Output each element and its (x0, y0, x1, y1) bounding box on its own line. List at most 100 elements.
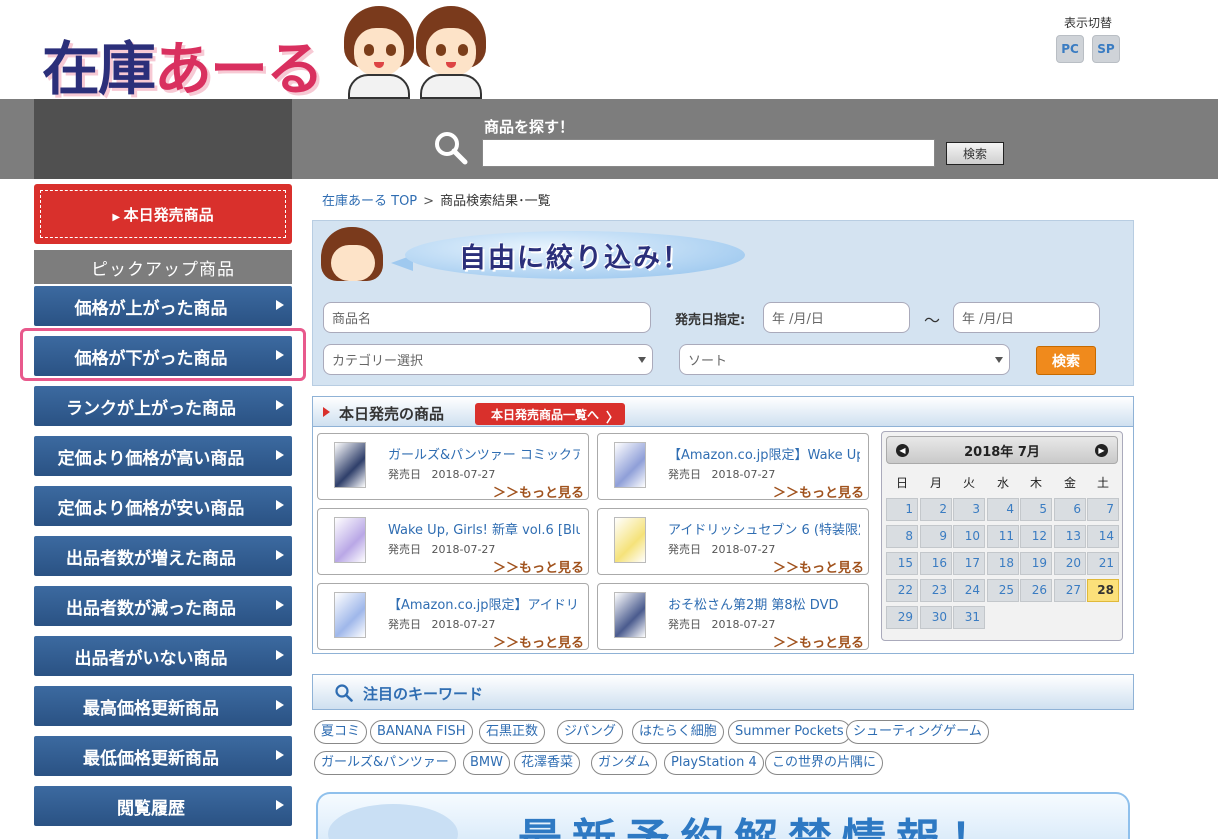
calendar-day[interactable]: 17 (953, 552, 985, 575)
product-thumbnail[interactable] (334, 592, 366, 638)
calendar-day[interactable]: 3 (953, 498, 985, 521)
product-thumbnail[interactable] (614, 442, 646, 488)
sort-select[interactable]: ソート (679, 344, 1010, 375)
keyword-tag[interactable]: PlayStation 4 (664, 751, 764, 775)
product-thumbnail[interactable] (614, 592, 646, 638)
calendar-day[interactable]: 22 (886, 579, 918, 602)
product-card[interactable]: 【Amazon.co.jp限定】Wake Up, 発売日 2018-07-27 ＞＞… (597, 433, 869, 501)
calendar-day[interactable]: 13 (1054, 525, 1086, 548)
sort-select-value: ソート (688, 354, 728, 369)
sidebar-item-above-list-price[interactable]: 定価より価格が高い商品 (34, 436, 292, 476)
calendar-day[interactable]: 15 (886, 552, 918, 575)
filter-search-button[interactable]: 検索 (1036, 346, 1096, 375)
sidebar-item-sellers-down[interactable]: 出品者数が減った商品 (34, 586, 292, 626)
sidebar-item-max-price[interactable]: 最高価格更新商品 (34, 686, 292, 726)
keyword-tag[interactable]: BANANA FISH (370, 720, 473, 744)
product-title-link[interactable]: 【Amazon.co.jp限定】アイドリッシ (388, 594, 580, 613)
product-card[interactable]: おそ松さん第2期 第8松 DVD 発売日 2018-07-27 ＞＞もっと見る (597, 583, 869, 651)
breadcrumb-home-link[interactable]: 在庫あーる TOP (322, 194, 417, 209)
calendar-day[interactable]: 9 (920, 525, 952, 548)
pc-view-button[interactable]: PC (1056, 35, 1084, 63)
calendar-day[interactable]: 18 (987, 552, 1019, 575)
sidebar-item-price-up[interactable]: 価格が上がった商品 (34, 286, 292, 326)
sp-view-button[interactable]: SP (1092, 35, 1120, 63)
more-link[interactable]: ＞＞もっと見る (493, 482, 584, 501)
product-title-link[interactable]: おそ松さん第2期 第8松 DVD (668, 594, 860, 613)
today-release-list-link[interactable]: 本日発売商品一覧へ〉 (475, 403, 625, 426)
play-icon: ▶ (112, 211, 124, 223)
product-thumbnail[interactable] (334, 442, 366, 488)
search-button[interactable]: 検索 (946, 142, 1004, 165)
calendar-day[interactable]: 16 (920, 552, 952, 575)
product-thumbnail[interactable] (614, 517, 646, 563)
sidebar-item-rank-up[interactable]: ランクが上がった商品 (34, 386, 292, 426)
calendar-day[interactable]: 24 (953, 579, 985, 602)
calendar-day[interactable]: 1 (886, 498, 918, 521)
calendar-day[interactable]: 4 (987, 498, 1019, 521)
calendar-day[interactable]: 7 (1087, 498, 1119, 521)
calendar-day[interactable]: 19 (1020, 552, 1052, 575)
keyword-tag[interactable]: Summer Pockets (728, 720, 851, 744)
calendar-prev-icon[interactable]: ◀ (896, 444, 909, 457)
calendar-next-icon[interactable]: ▶ (1095, 444, 1108, 457)
date-from-input[interactable]: 年 /月/日 (763, 302, 910, 333)
product-title-link[interactable]: Wake Up, Girls! 新章 vol.6 [Blu- (388, 519, 580, 538)
calendar-day[interactable]: 10 (953, 525, 985, 548)
keyword-tag[interactable]: 花澤香菜 (514, 751, 581, 775)
site-logo[interactable]: 在庫あーる (40, 4, 490, 103)
keyword-tag[interactable]: はたらく細胞 (632, 720, 724, 744)
calendar-day[interactable]: 29 (886, 606, 918, 629)
product-card[interactable]: ガールズ&パンツァー コミックア 発売日 2018-07-27 ＞＞もっと見る (317, 433, 589, 501)
arrow-right-icon (276, 800, 284, 810)
calendar-day[interactable]: 6 (1054, 498, 1086, 521)
sidebar-item-history[interactable]: 閲覧履歴 (34, 786, 292, 826)
keyword-tag[interactable]: ガンダム (591, 751, 658, 775)
product-card[interactable]: アイドリッシュセブン 6 (特装限定 発売日 2018-07-27 ＞＞もっと見る (597, 508, 869, 576)
product-title-link[interactable]: 【Amazon.co.jp限定】Wake Up, (668, 444, 860, 463)
keyword-tag[interactable]: 石黒正数 (479, 720, 546, 744)
sidebar-item-no-sellers[interactable]: 出品者がいない商品 (34, 636, 292, 676)
more-link[interactable]: ＞＞もっと見る (493, 632, 584, 651)
today-release-button[interactable]: ▶ 本日発売商品 (34, 184, 292, 244)
calendar-day[interactable]: 8 (886, 525, 918, 548)
calendar-day[interactable]: 21 (1087, 552, 1119, 575)
calendar-day[interactable]: 2 (920, 498, 952, 521)
calendar-day[interactable]: 27 (1054, 579, 1086, 602)
calendar-day[interactable]: 25 (987, 579, 1019, 602)
calendar-day[interactable]: 26 (1020, 579, 1052, 602)
sidebar-item-below-list-price[interactable]: 定価より価格が安い商品 (34, 486, 292, 526)
product-thumbnail[interactable] (334, 517, 366, 563)
keyword-tag[interactable]: ジパング (557, 720, 623, 744)
sidebar-item-sellers-up[interactable]: 出品者数が増えた商品 (34, 536, 292, 576)
more-link[interactable]: ＞＞もっと見る (773, 482, 864, 501)
keyword-tag[interactable]: ガールズ&パンツァー (314, 751, 456, 775)
more-link[interactable]: ＞＞もっと見る (773, 557, 864, 576)
calendar-day[interactable]: 20 (1054, 552, 1086, 575)
calendar-day[interactable]: 5 (1020, 498, 1052, 521)
more-link[interactable]: ＞＞もっと見る (493, 557, 584, 576)
product-card[interactable]: Wake Up, Girls! 新章 vol.6 [Blu- 発売日 2018-0… (317, 508, 589, 576)
calendar-day[interactable]: 23 (920, 579, 952, 602)
product-name-input[interactable]: 商品名 (323, 302, 651, 333)
calendar-day[interactable]: 31 (953, 606, 985, 629)
calendar-day[interactable]: 14 (1087, 525, 1119, 548)
date-to-input[interactable]: 年 /月/日 (953, 302, 1100, 333)
more-link[interactable]: ＞＞もっと見る (773, 632, 864, 651)
calendar-day[interactable]: 12 (1020, 525, 1052, 548)
category-select[interactable]: カテゴリー選択 (323, 344, 653, 375)
calendar-day[interactable]: 28 (1087, 579, 1119, 602)
sidebar-item-min-price[interactable]: 最低価格更新商品 (34, 736, 292, 776)
calendar-day[interactable]: 11 (987, 525, 1019, 548)
sidebar-item-label: 出品者がいない商品 (74, 648, 228, 669)
search-title: 商品を探す！ (484, 118, 575, 136)
product-title-link[interactable]: ガールズ&パンツァー コミックア (388, 444, 580, 463)
keyword-tag[interactable]: 夏コミ (314, 720, 368, 744)
search-input[interactable] (482, 139, 935, 167)
reservation-banner[interactable]: 最新予約解禁情報！ (316, 792, 1130, 839)
product-card[interactable]: 【Amazon.co.jp限定】アイドリッシ発売日 2018-07-27＞＞もっ… (317, 583, 589, 651)
keyword-tag[interactable]: BMW (463, 751, 510, 775)
product-title-link[interactable]: アイドリッシュセブン 6 (特装限定 (668, 519, 860, 538)
keyword-tag[interactable]: この世界の片隅に (765, 751, 884, 775)
calendar-day[interactable]: 30 (920, 606, 952, 629)
keyword-tag[interactable]: シューティングゲーム (846, 720, 989, 744)
